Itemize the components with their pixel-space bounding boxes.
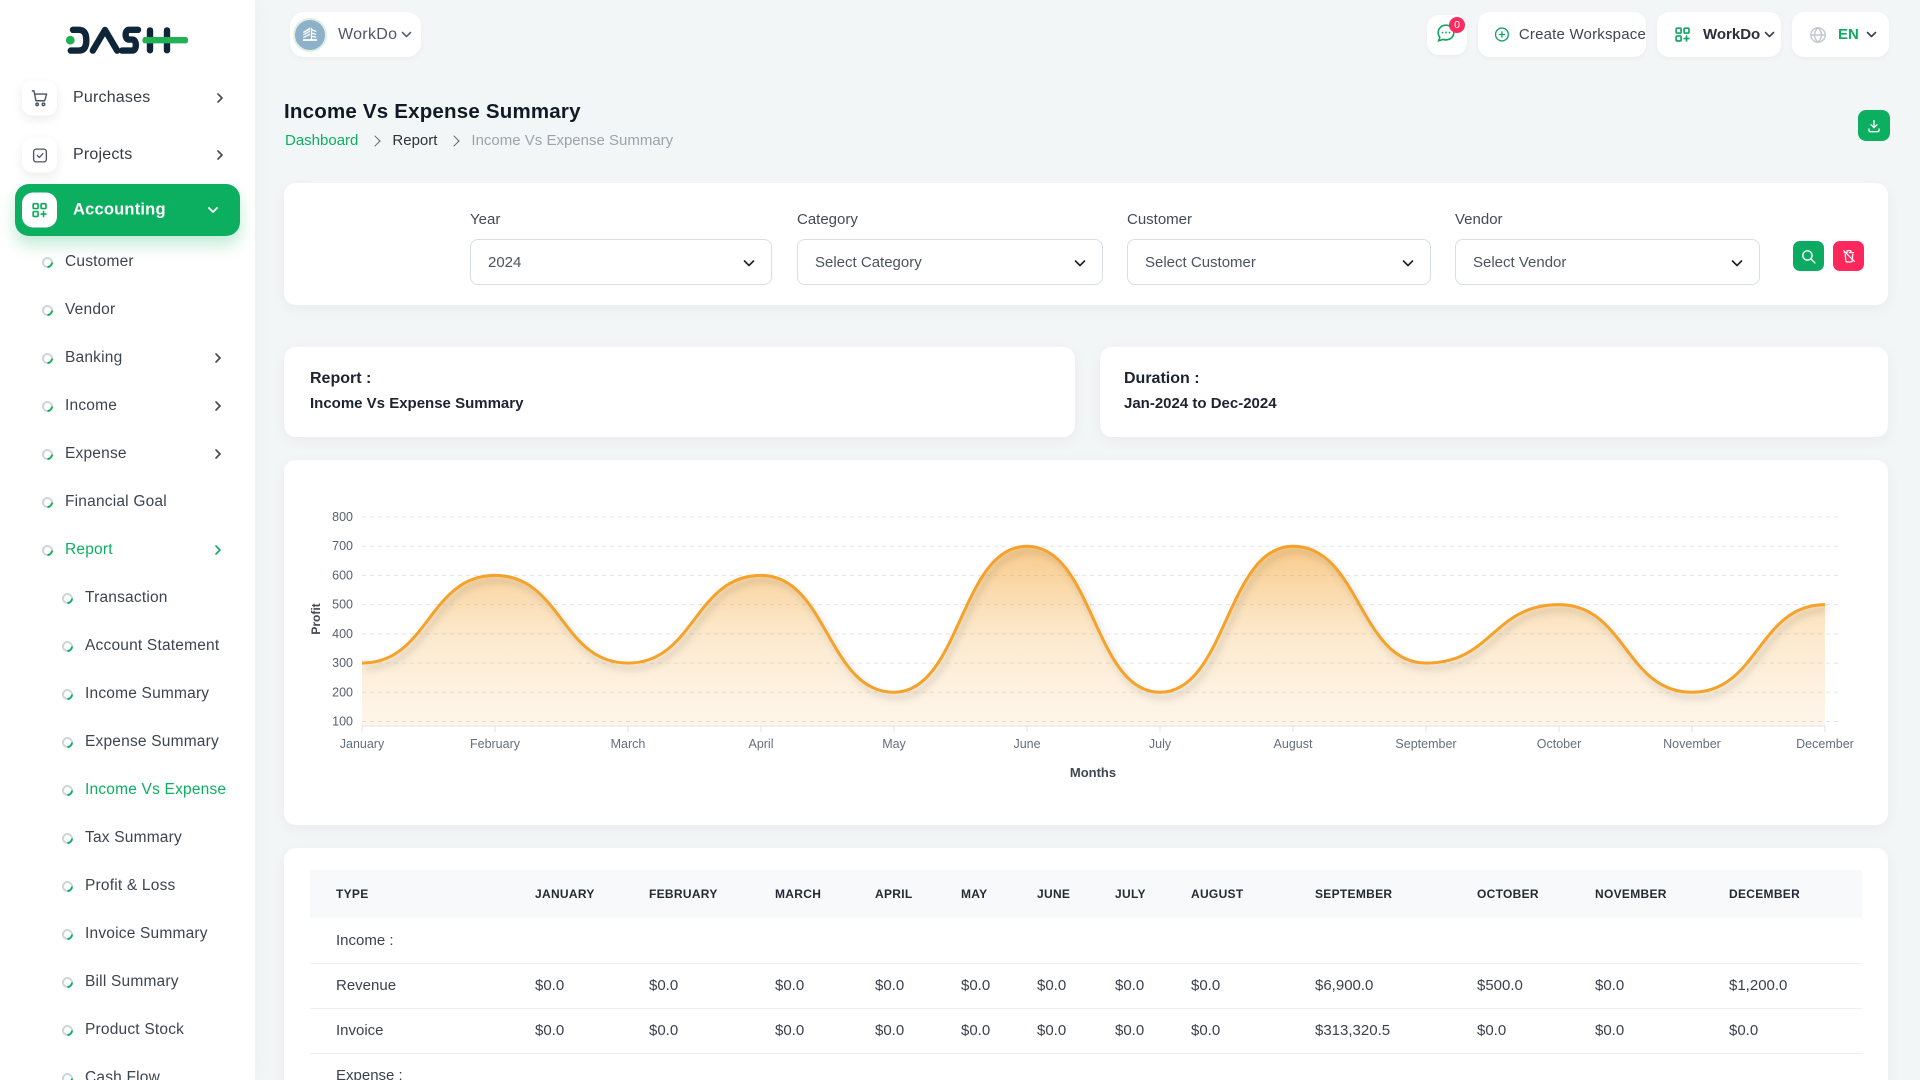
svg-text:September: September: [1395, 737, 1456, 751]
svg-text:700: 700: [332, 539, 353, 553]
svg-text:Months: Months: [1070, 765, 1116, 780]
svg-text:800: 800: [332, 510, 353, 524]
svg-text:June: June: [1013, 737, 1040, 751]
svg-text:400: 400: [332, 627, 353, 641]
svg-text:November: November: [1663, 737, 1721, 751]
svg-text:500: 500: [332, 598, 353, 612]
svg-text:October: October: [1537, 737, 1581, 751]
svg-text:March: March: [611, 737, 646, 751]
svg-text:Profit: Profit: [309, 603, 323, 634]
svg-text:July: July: [1149, 737, 1172, 751]
svg-text:August: August: [1274, 737, 1313, 751]
svg-text:May: May: [882, 737, 906, 751]
svg-text:January: January: [340, 737, 385, 751]
svg-text:600: 600: [332, 568, 353, 582]
svg-text:December: December: [1796, 737, 1854, 751]
svg-text:February: February: [470, 737, 521, 751]
svg-text:100: 100: [332, 715, 353, 729]
svg-text:300: 300: [332, 656, 353, 670]
svg-text:April: April: [748, 737, 773, 751]
svg-text:200: 200: [332, 685, 353, 699]
